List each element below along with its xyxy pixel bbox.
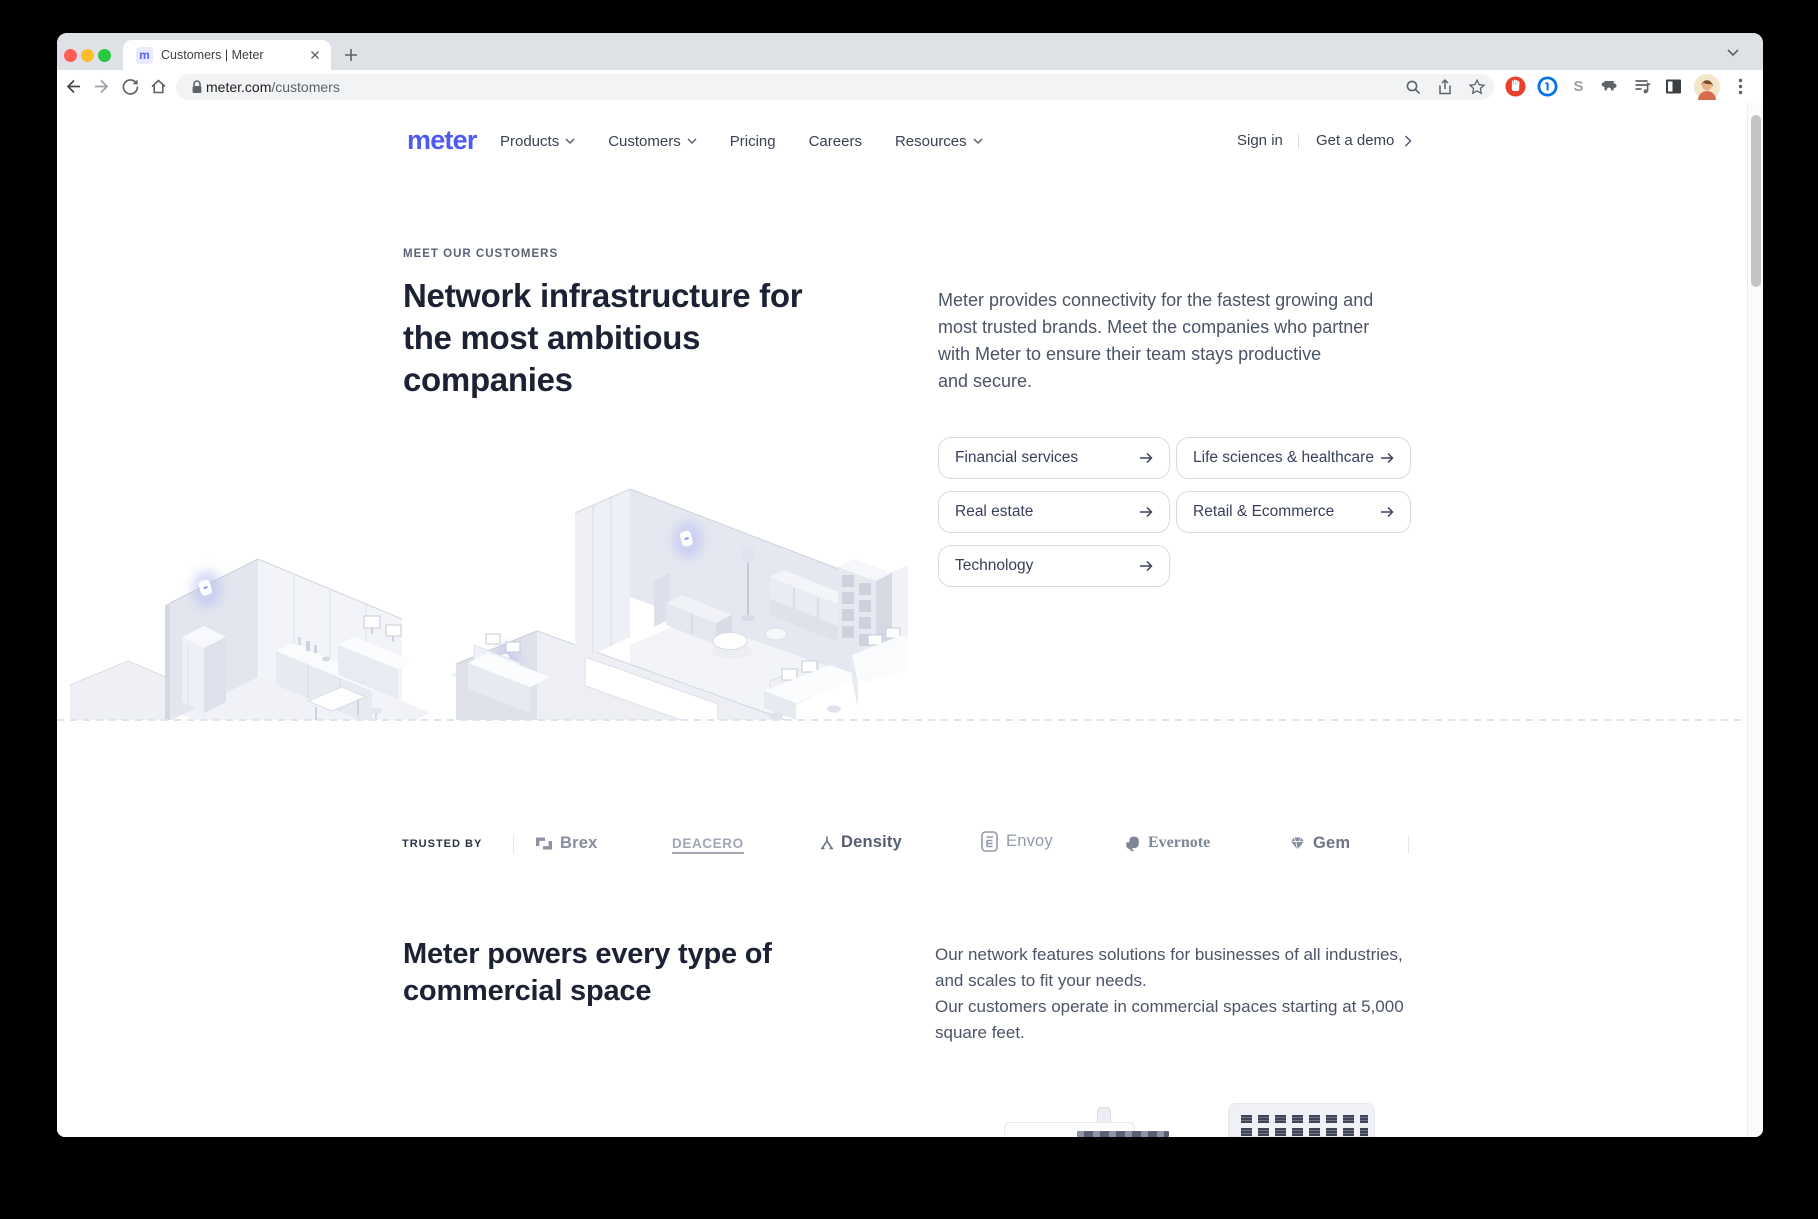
hero-description: Meter provides connectivity for the fast… bbox=[938, 290, 1374, 391]
density-logo: Density bbox=[820, 833, 902, 852]
s-extension-icon[interactable]: S bbox=[1568, 76, 1589, 97]
category-button-financial-services[interactable]: Financial services bbox=[938, 437, 1170, 479]
logo-row-divider bbox=[1408, 835, 1409, 854]
get-a-demo-link[interactable]: Get a demo bbox=[1316, 132, 1412, 149]
url-path: /customers bbox=[271, 79, 340, 95]
nav-item-products[interactable]: Products bbox=[500, 133, 575, 150]
tab-close-icon[interactable] bbox=[307, 47, 323, 63]
back-icon[interactable] bbox=[63, 77, 82, 96]
traffic-light-close[interactable] bbox=[64, 49, 77, 62]
tab-title: Customers | Meter bbox=[161, 48, 264, 62]
appliance-port-slot bbox=[1077, 1131, 1169, 1137]
browser-toolbar: meter.com/customers S bbox=[57, 70, 1763, 104]
page-content: meter Products Customers Pricing Careers bbox=[57, 103, 1763, 1137]
section-paragraph-1: Our network features solutions for busin… bbox=[935, 945, 1403, 990]
reload-icon[interactable] bbox=[121, 77, 140, 96]
nav-item-pricing[interactable]: Pricing bbox=[730, 133, 776, 150]
nav-divider bbox=[1298, 134, 1299, 149]
category-button-technology[interactable]: Technology bbox=[938, 545, 1170, 587]
arrow-right-icon bbox=[1140, 452, 1153, 464]
traffic-light-zoom[interactable] bbox=[98, 49, 111, 62]
profile-avatar[interactable] bbox=[1694, 74, 1720, 100]
chevron-down-icon bbox=[565, 138, 575, 144]
bookmark-star-icon[interactable] bbox=[1468, 78, 1486, 96]
meter-favicon: m bbox=[136, 47, 153, 64]
office-building-illustration bbox=[1228, 1103, 1375, 1137]
new-tab-icon[interactable] bbox=[339, 43, 363, 67]
section-heading: Meter powers every type of commercial sp… bbox=[403, 938, 772, 1007]
meter-logo[interactable]: meter bbox=[407, 125, 477, 156]
scrollbar-thumb[interactable] bbox=[1751, 115, 1761, 287]
browser-menu-dots-icon[interactable] bbox=[1730, 76, 1751, 97]
brex-logo: Brex bbox=[535, 834, 598, 853]
brex-icon bbox=[536, 837, 552, 850]
hero-eyebrow: MEET OUR CUSTOMERS bbox=[403, 248, 559, 260]
evernote-logo: Evernote bbox=[1125, 834, 1210, 852]
tab-strip: m Customers | Meter bbox=[57, 33, 1763, 70]
onepassword-extension-icon[interactable] bbox=[1537, 76, 1558, 97]
category-button-retail-ecommerce[interactable]: Retail & Ecommerce bbox=[1176, 491, 1411, 533]
category-button-life-sciences[interactable]: Life sciences & healthcare bbox=[1176, 437, 1411, 479]
hero-heading: Network infrastructure for the most ambi… bbox=[403, 277, 803, 398]
browser-window: m Customers | Meter meter.com/customers … bbox=[57, 33, 1763, 1137]
arrow-right-icon bbox=[1140, 506, 1153, 518]
gem-logo: Gem bbox=[1289, 834, 1350, 853]
nav-item-resources[interactable]: Resources bbox=[895, 133, 983, 150]
extensions-puzzle-icon[interactable] bbox=[1600, 76, 1621, 97]
nav-item-careers[interactable]: Careers bbox=[809, 133, 862, 150]
traffic-light-minimize[interactable] bbox=[81, 49, 94, 62]
browser-tab[interactable]: m Customers | Meter bbox=[123, 40, 331, 70]
density-icon bbox=[821, 836, 833, 849]
scrollbar-track[interactable] bbox=[1747, 103, 1763, 1137]
forward-icon[interactable] bbox=[93, 77, 112, 96]
section-paragraph-2: Our customers operate in commercial spac… bbox=[935, 997, 1404, 1042]
dashed-section-divider bbox=[57, 719, 1748, 721]
content-blocker-extension-icon[interactable] bbox=[1505, 76, 1526, 97]
chevron-down-icon bbox=[687, 138, 697, 144]
screenshot-stage: m Customers | Meter meter.com/customers … bbox=[0, 0, 1818, 1219]
envoy-logo: Envoy bbox=[981, 831, 1053, 852]
deacero-logo: DEACERO bbox=[672, 836, 744, 854]
site-nav: Products Customers Pricing Careers Resou… bbox=[500, 103, 983, 179]
trusted-by-label: TRUSTED BY bbox=[402, 838, 483, 850]
chevron-down-icon bbox=[973, 138, 983, 144]
evernote-elephant-icon bbox=[1126, 836, 1139, 851]
office-isometric-illustration bbox=[70, 488, 908, 720]
lock-icon bbox=[188, 78, 206, 96]
category-button-real-estate[interactable]: Real estate bbox=[938, 491, 1170, 533]
url-bar[interactable]: meter.com/customers bbox=[176, 74, 1494, 100]
url-text: meter.com/customers bbox=[206, 79, 340, 95]
url-domain: meter.com bbox=[206, 79, 272, 95]
media-controls-icon[interactable] bbox=[1632, 76, 1653, 97]
arrow-right-icon bbox=[1140, 560, 1153, 572]
envoy-icon bbox=[981, 831, 998, 852]
logo-row-divider bbox=[513, 835, 514, 854]
nav-item-customers[interactable]: Customers bbox=[608, 133, 697, 150]
sidebar-toggle-icon[interactable] bbox=[1663, 76, 1684, 97]
arrow-right-icon bbox=[1381, 506, 1394, 518]
chevron-right-icon bbox=[1405, 134, 1412, 147]
sign-in-link[interactable]: Sign in bbox=[1237, 132, 1283, 149]
share-icon[interactable] bbox=[1436, 78, 1454, 96]
tab-search-chevron-icon[interactable] bbox=[1725, 45, 1741, 63]
search-icon[interactable] bbox=[1404, 78, 1422, 96]
arrow-right-icon bbox=[1381, 452, 1394, 464]
home-icon[interactable] bbox=[149, 77, 168, 96]
gem-icon bbox=[1291, 837, 1304, 850]
